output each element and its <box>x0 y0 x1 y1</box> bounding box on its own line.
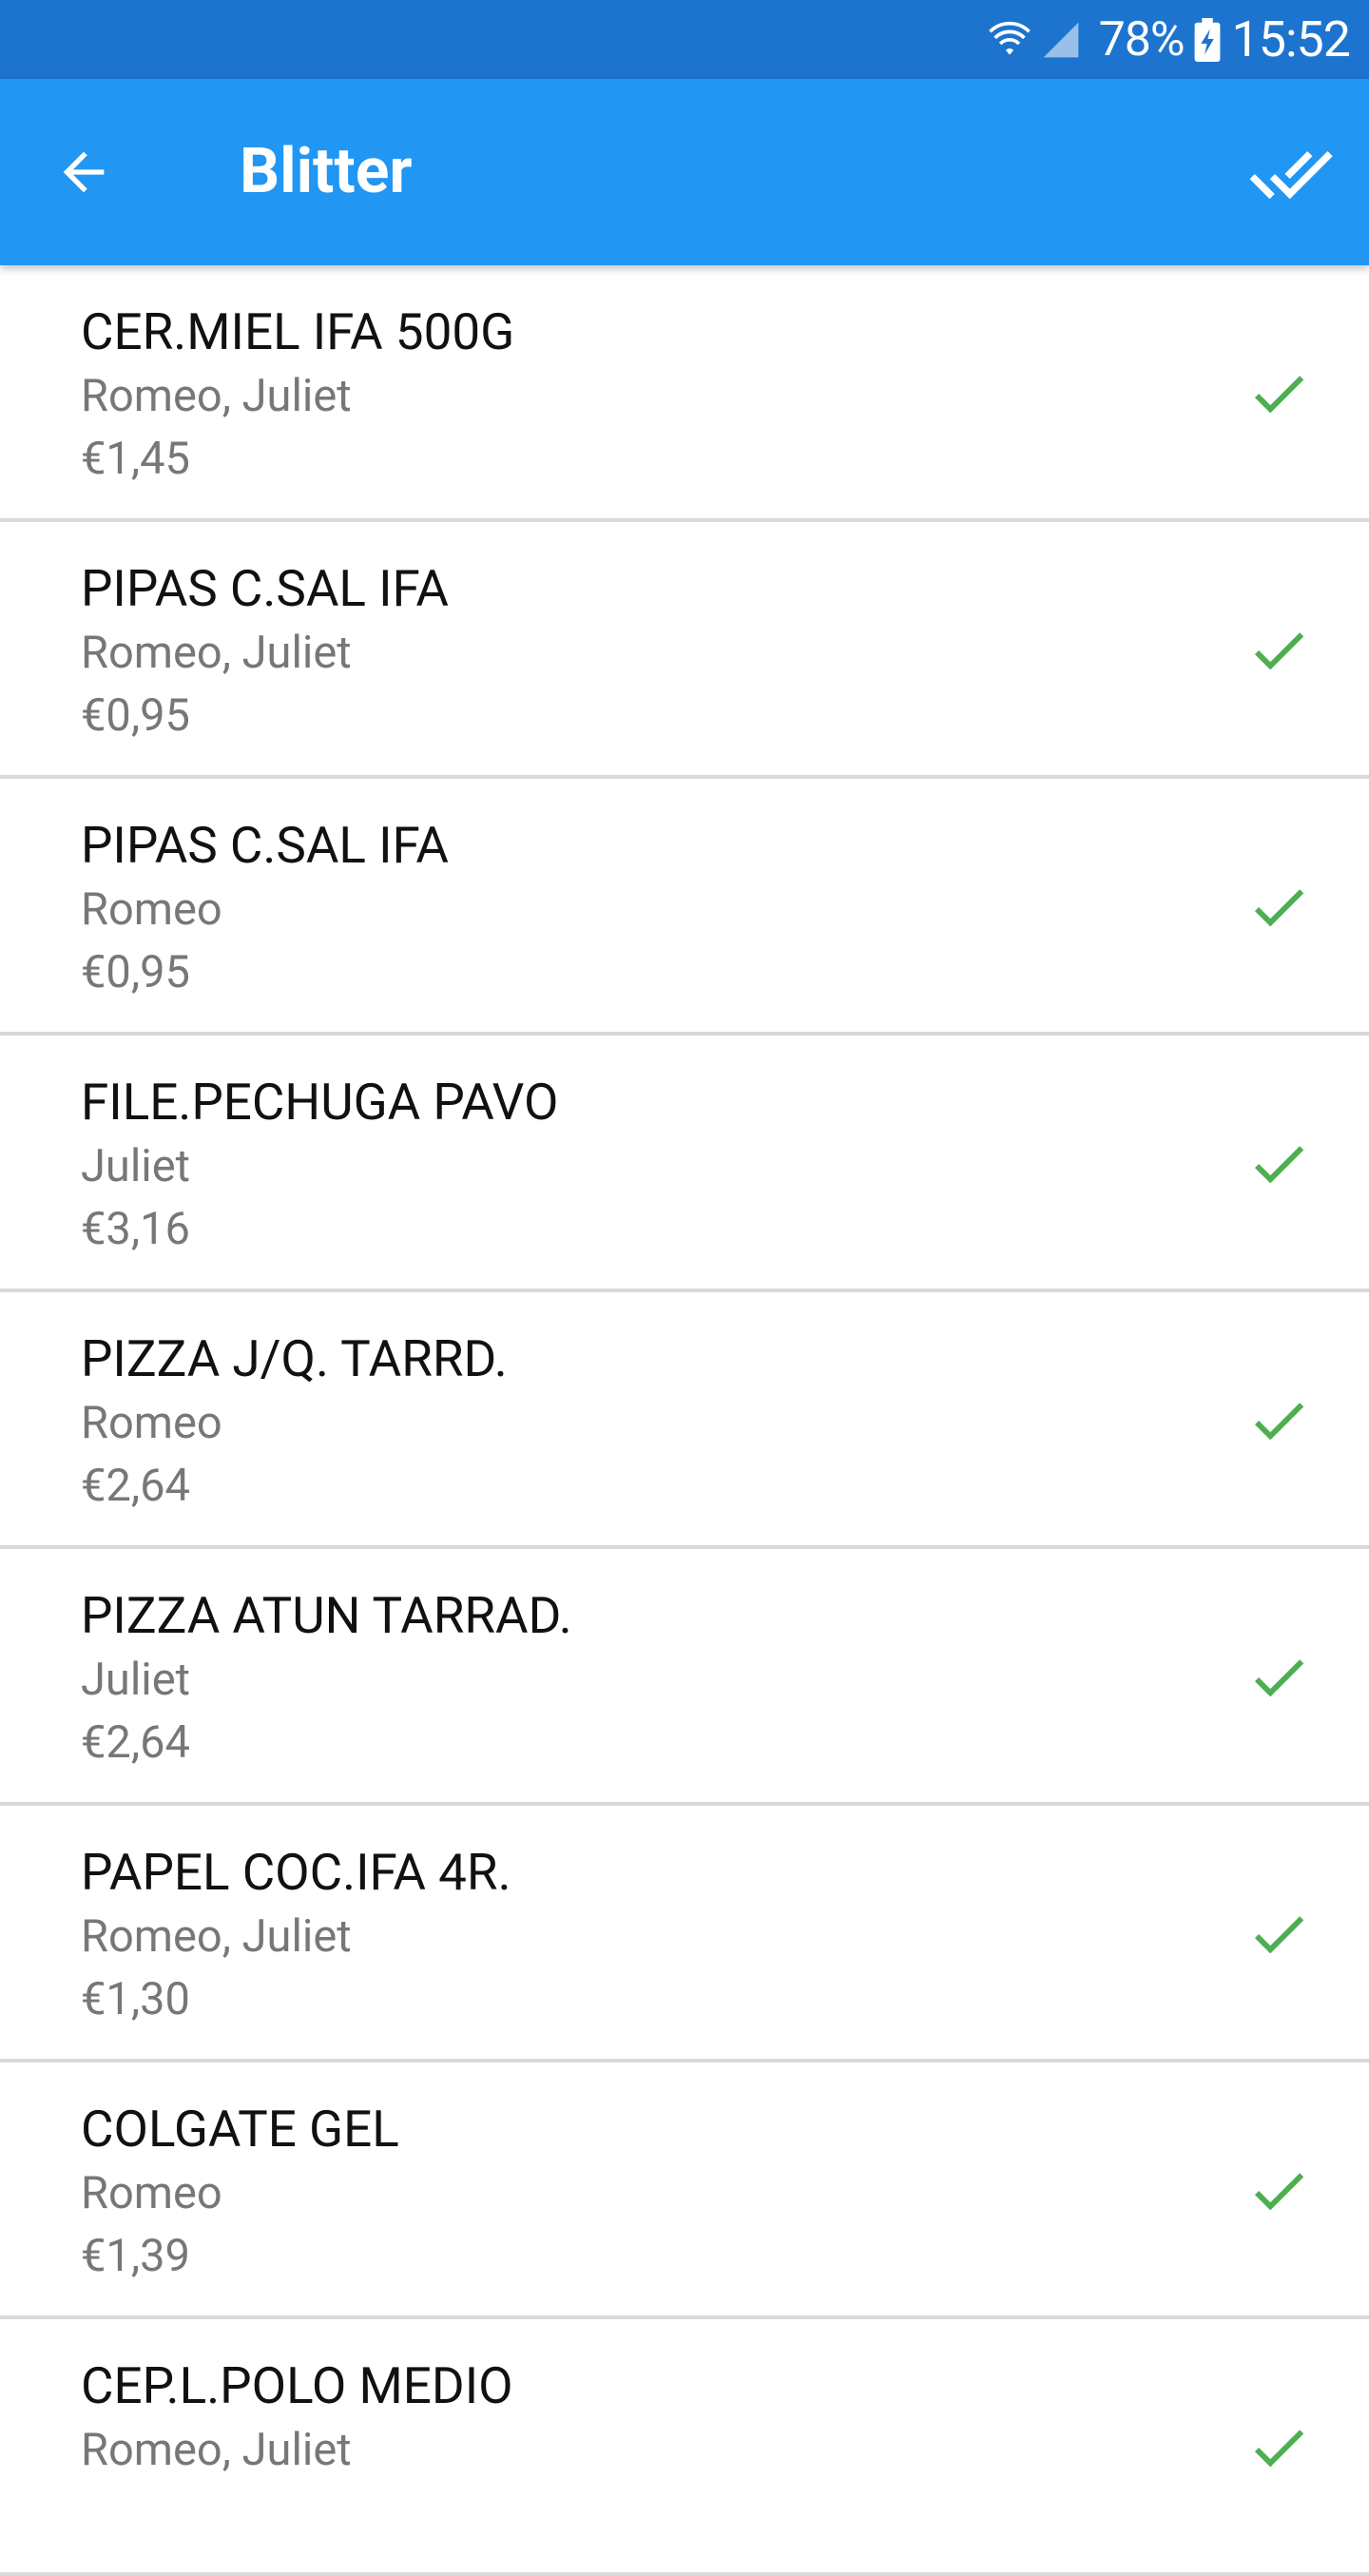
battery-charging-icon <box>1194 17 1220 62</box>
battery-percent: 78% <box>1098 11 1186 68</box>
item-price: €0,95 <box>81 689 190 742</box>
check-icon[interactable] <box>1245 1387 1312 1454</box>
check-icon[interactable] <box>1245 874 1312 940</box>
check-icon[interactable] <box>1245 360 1312 427</box>
item-price: €1,45 <box>81 433 190 485</box>
check-icon[interactable] <box>1245 1644 1312 1711</box>
item-people: Romeo <box>81 2167 222 2219</box>
list-item[interactable]: FILE.PECHUGA PAVO Juliet €3,16 <box>0 1036 1369 1292</box>
back-button[interactable] <box>46 134 122 210</box>
item-name: CEP.L.POLO MEDIO <box>81 2356 513 2415</box>
item-name: COLGATE GEL <box>81 2100 399 2159</box>
item-people: Romeo <box>81 883 222 936</box>
list-item[interactable]: PIZZA J/Q. TARRD. Romeo €2,64 <box>0 1292 1369 1549</box>
item-price: €1,30 <box>81 1973 190 2025</box>
arrow-back-icon <box>63 151 105 193</box>
item-price: €0,95 <box>81 946 190 998</box>
item-price: €2,64 <box>81 1716 190 1769</box>
item-people: Romeo <box>81 1397 222 1449</box>
item-people: Romeo, Juliet <box>81 627 352 679</box>
item-price: €2,64 <box>81 1460 190 1512</box>
list-item[interactable]: PIPAS C.SAL IFA Romeo, Juliet €0,95 <box>0 522 1369 779</box>
check-icon[interactable] <box>1245 2158 1312 2224</box>
item-list: CER.MIEL IFA 500G Romeo, Juliet €1,45 PI… <box>0 265 1369 2576</box>
item-name: PAPEL COC.IFA 4R. <box>81 1843 511 1902</box>
list-item[interactable]: CEP.L.POLO MEDIO Romeo, Juliet <box>0 2319 1369 2576</box>
list-item[interactable]: CER.MIEL IFA 500G Romeo, Juliet €1,45 <box>0 265 1369 522</box>
check-icon[interactable] <box>1245 2414 1312 2481</box>
item-name: PIPAS C.SAL IFA <box>81 816 449 875</box>
app-bar: Blitter <box>0 79 1369 265</box>
clock: 15:52 <box>1231 10 1351 68</box>
done-all-icon <box>1249 150 1333 200</box>
signal-icon <box>1043 22 1079 57</box>
list-item[interactable]: COLGATE GEL Romeo €1,39 <box>0 2063 1369 2319</box>
item-name: PIPAS C.SAL IFA <box>81 559 449 618</box>
item-people: Romeo, Juliet <box>81 2424 352 2476</box>
app-title: Blitter <box>240 135 413 208</box>
wifi-icon <box>988 21 1031 55</box>
item-name: CER.MIEL IFA 500G <box>81 302 515 361</box>
done-all-button[interactable] <box>1244 126 1339 222</box>
status-icons: 78% 15:52 <box>988 0 1351 79</box>
check-icon[interactable] <box>1245 1131 1312 1197</box>
list-item[interactable]: PAPEL COC.IFA 4R. Romeo, Juliet €1,30 <box>0 1806 1369 2063</box>
status-bar: 78% 15:52 <box>0 0 1369 79</box>
item-people: Romeo, Juliet <box>81 1910 352 1963</box>
item-name: PIZZA ATUN TARRAD. <box>81 1586 572 1645</box>
item-price: €3,16 <box>81 1203 190 1255</box>
list-item[interactable]: PIZZA ATUN TARRAD. Juliet €2,64 <box>0 1549 1369 1806</box>
item-name: PIZZA J/Q. TARRD. <box>81 1329 508 1388</box>
item-people: Juliet <box>81 1140 190 1192</box>
item-people: Juliet <box>81 1654 190 1706</box>
item-name: FILE.PECHUGA PAVO <box>81 1073 559 1132</box>
item-price: €1,39 <box>81 2230 190 2282</box>
check-icon[interactable] <box>1245 617 1312 684</box>
check-icon[interactable] <box>1245 1901 1312 1967</box>
item-people: Romeo, Juliet <box>81 370 352 422</box>
list-item[interactable]: PIPAS C.SAL IFA Romeo €0,95 <box>0 779 1369 1036</box>
